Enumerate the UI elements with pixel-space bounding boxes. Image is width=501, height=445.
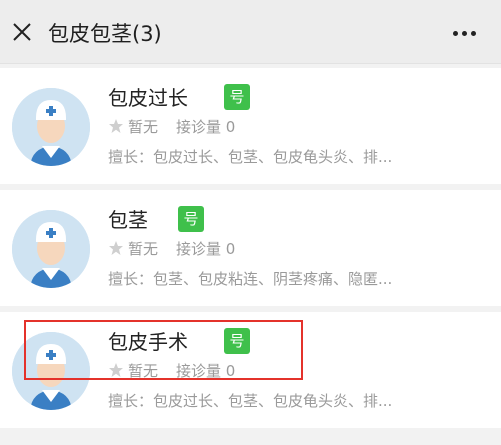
doctor-avatar (12, 88, 90, 166)
rating-text: 暂无 (128, 118, 159, 136)
result-card[interactable]: 包皮过长 号 暂无 接诊量 0 擅长：包皮过长、包茎、包皮龟头炎、排... (0, 68, 501, 184)
rating-text: 暂无 (128, 240, 159, 258)
consult-count: 接诊量 0 (176, 240, 236, 258)
close-icon[interactable] (10, 20, 34, 44)
result-name: 包皮过长 (108, 86, 188, 110)
top-bar: 包皮包茎(3) (0, 0, 501, 64)
page-title: 包皮包茎(3) (48, 22, 162, 46)
registration-badge: 号 (178, 206, 204, 232)
doctor-avatar (12, 210, 90, 288)
result-meta: 暂无 接诊量 0 (108, 116, 235, 137)
result-card[interactable]: 包茎 号 暂无 接诊量 0 擅长：包茎、包皮粘连、阴茎疼痛、隐匿... (0, 190, 501, 306)
consult-count: 接诊量 0 (176, 118, 236, 136)
registration-badge: 号 (224, 84, 250, 110)
expertise-text: 擅长：包皮过长、包茎、包皮龟头炎、排... (108, 148, 393, 166)
star-icon (109, 119, 123, 133)
result-meta: 暂无 接诊量 0 (108, 238, 235, 259)
more-icon[interactable] (453, 31, 477, 37)
expertise-text: 擅长：包茎、包皮粘连、阴茎疼痛、隐匿... (108, 270, 393, 288)
star-icon (109, 241, 123, 255)
expertise-text: 擅长：包皮过长、包茎、包皮龟头炎、排... (108, 392, 393, 410)
result-name: 包茎 (108, 208, 148, 232)
highlight-box (24, 320, 303, 380)
